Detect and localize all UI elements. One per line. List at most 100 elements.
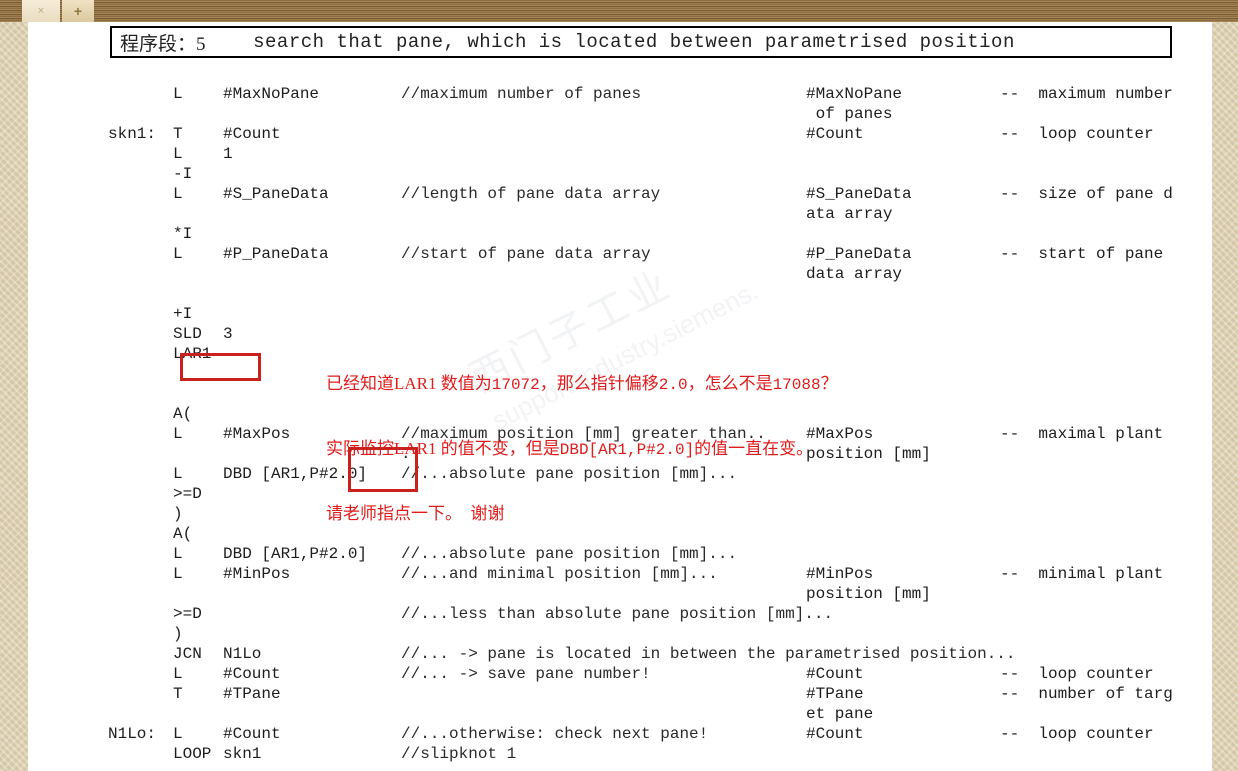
network-header-box: 程序段：5 search that pane, which is located… — [110, 26, 1172, 58]
code-line-label: skn1: — [108, 125, 157, 143]
code-line-operator: -I — [173, 165, 193, 183]
code-line-symbol: #P_PaneData — [806, 245, 912, 263]
code-line-operand: #MaxNoPane — [223, 85, 320, 103]
code-line: L #P_PaneData //start of pane data array #P… — [28, 244, 1212, 264]
code-line: L #MaxNoPane //maximum number of panes #Max… — [28, 84, 1212, 104]
code-line-operator: A( — [173, 405, 193, 423]
code-line-operand: #Count — [223, 725, 281, 743]
code-line-symbol: position [mm] — [806, 585, 931, 603]
code-line: of panes — [28, 104, 1212, 124]
code-line-operand: skn1 — [223, 745, 262, 763]
code-line-operator: LOOP — [173, 745, 212, 763]
code-line-operator: LAR1 — [173, 345, 212, 363]
code-line-operand: #MaxPos — [223, 425, 291, 443]
code-line-operand: 1 — [223, 145, 233, 163]
code-line-operator: JCN — [173, 645, 202, 663]
code-line-symbol: #Count — [806, 725, 864, 743]
code-line-operator: ) — [173, 505, 183, 523]
code-line-operator: L — [173, 185, 183, 203]
code-line-description: -- start of pane — [1000, 245, 1164, 263]
code-line-comment: //slipknot 1 — [401, 745, 517, 763]
new-tab-button[interactable]: + — [62, 0, 94, 22]
code-line-operand: #Count — [223, 125, 281, 143]
code-line-operator: L — [173, 545, 183, 563]
code-line: L #MinPos //...and minimal position [mm]..… — [28, 564, 1212, 584]
code-line: L #Count //... -> save pane number! #Count -… — [28, 664, 1212, 684]
document-page: 西门子工业 support.industry.siemens. 程序段：5 se… — [28, 22, 1212, 771]
code-line-symbol: #Count — [806, 665, 864, 683]
code-line-operand: #TPane — [223, 685, 281, 703]
code-line-label: N1Lo: — [108, 725, 157, 743]
code-line-operator: L — [173, 245, 183, 263]
network-title: search that pane, which is located betwe… — [253, 31, 1015, 53]
code-line-operand: #P_PaneData — [223, 245, 329, 263]
code-line: -I — [28, 164, 1212, 184]
annotation-line-1: 已经知道LAR1 数值为17072，那么指针偏移2.0，怎么不是17088？ — [326, 374, 838, 394]
code-line-operator: T — [173, 685, 183, 703]
code-line-comment: //maximum number of panes — [401, 85, 642, 103]
code-line-operator: L — [173, 465, 183, 483]
code-line: >=D //...less than absolute pane position… — [28, 604, 1212, 624]
code-line-description: -- minimal plant — [1000, 565, 1164, 583]
code-line-comment: //... -> pane is located in between the … — [401, 645, 1016, 663]
annotation-value-2-0: 2.0 — [658, 376, 688, 394]
close-icon: × — [37, 5, 45, 17]
code-line-operand: 3 — [223, 325, 233, 343]
code-line: T #TPane #TPane -- number of targ — [28, 684, 1212, 704]
code-line: position [mm] — [28, 584, 1212, 604]
browser-tab-strip: × + — [0, 0, 1238, 22]
code-line-description: -- loop counter — [1000, 125, 1154, 143]
code-line: +I — [28, 304, 1212, 324]
code-line-symbol: #Count — [806, 125, 864, 143]
code-line-comment: //...less than absolute pane position [m… — [401, 605, 834, 623]
code-line-symbol: ata array — [806, 205, 893, 223]
code-line: *I — [28, 224, 1212, 244]
code-line-comment: //...and minimal position [mm]... — [401, 565, 718, 583]
page-rail-right — [1212, 22, 1238, 771]
code-line-symbol: #TPane — [806, 685, 864, 703]
code-line-description: -- maximal plant — [1000, 425, 1164, 443]
code-line-operator: SLD — [173, 325, 202, 343]
network-label: 程序段：5 — [120, 33, 206, 55]
code-line-description: -- number of targ — [1000, 685, 1173, 703]
code-line-symbol: #MinPos — [806, 565, 874, 583]
code-line-symbol: et pane — [806, 705, 874, 723]
code-line-description: -- loop counter — [1000, 665, 1154, 683]
annotation-value-17072: 17072 — [491, 376, 540, 394]
code-line-operator: +I — [173, 305, 193, 323]
code-line-comment: //... -> save pane number! — [401, 665, 651, 683]
code-line: JCN N1Lo //... -> pane is located in betwe… — [28, 644, 1212, 664]
code-line-operator: >=D — [173, 605, 202, 623]
code-line-operator: L — [173, 725, 183, 743]
code-line-operator: ) — [173, 625, 183, 643]
red-annotation-note: 已经知道LAR1 数值为17072，那么指针偏移2.0，怎么不是17088？ 实… — [326, 331, 838, 566]
close-tab-button[interactable]: × — [22, 0, 60, 22]
code-line-operator: >=D — [173, 485, 202, 503]
code-line: data array — [28, 264, 1212, 284]
code-line: ata array — [28, 204, 1212, 224]
annotation-value-17088: 17088 — [772, 376, 821, 394]
code-line-operator: L — [173, 425, 183, 443]
code-line-operator: A( — [173, 525, 193, 543]
code-line: N1Lo: L #Count //...otherwise: check next p… — [28, 724, 1212, 744]
code-line-comment: //length of pane data array — [401, 185, 661, 203]
code-line-symbol: #MaxNoPane — [806, 85, 903, 103]
code-line-operator: L — [173, 145, 183, 163]
header-spacer — [206, 31, 254, 53]
code-line-description: -- loop counter — [1000, 725, 1154, 743]
code-line: L1 — [28, 144, 1212, 164]
code-line: et pane — [28, 704, 1212, 724]
page-rail-left — [0, 22, 28, 771]
annotation-code-dbd: DBD[AR1,P#2.0] — [559, 441, 695, 459]
annotation-line-2: 实际监控LAR1 的值不变，但是DBD[AR1,P#2.0]的值一直在变。 — [326, 439, 814, 459]
plus-icon: + — [73, 3, 83, 19]
code-line: LOOP skn1 //slipknot 1 — [28, 744, 1212, 764]
code-line-symbol: of panes — [806, 105, 893, 123]
code-line-operator: L — [173, 565, 183, 583]
code-line-operand: N1Lo — [223, 645, 262, 663]
annotation-line-3: 请老师指点一下。 谢谢 — [326, 504, 505, 523]
code-line: ) — [28, 624, 1212, 644]
code-line-operand: #MinPos — [223, 565, 291, 583]
screenshot-root: × + 西门子工业 support.industry.siemens. 程序段：… — [0, 0, 1238, 771]
